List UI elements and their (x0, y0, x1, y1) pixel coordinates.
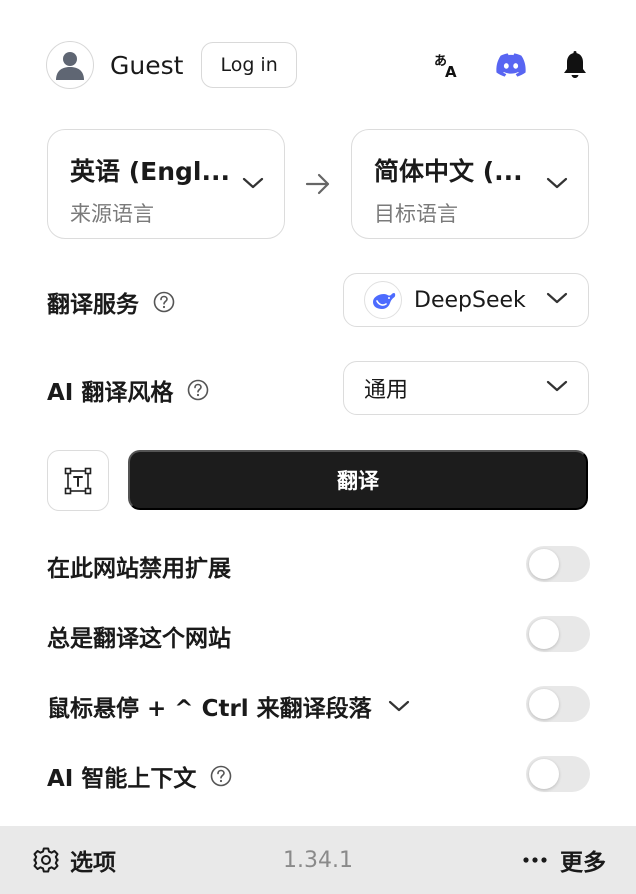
service-row-label: 翻译服务 (47, 285, 175, 319)
toggle-label-always-translate: 总是翻译这个网站 (47, 626, 231, 652)
image-translate-button[interactable] (47, 450, 109, 511)
help-icon[interactable] (210, 765, 232, 787)
style-selected-value: 通用 (364, 378, 409, 403)
translate-button[interactable]: 翻译 (128, 450, 588, 510)
ai-style-select[interactable]: 通用 (343, 361, 589, 415)
footer: 选项 1.34.1 更多 (0, 826, 636, 894)
translation-service-select[interactable]: DeepSeek (343, 273, 589, 327)
discord-icon[interactable] (496, 50, 526, 80)
toggle-row-hover-translate: 鼠标悬停 + ^ Ctrl 来翻译段落 (47, 689, 410, 723)
text-select-icon (64, 467, 92, 494)
help-icon[interactable] (153, 291, 175, 313)
chevron-down-icon[interactable] (388, 699, 410, 713)
service-label: 翻译服务 (47, 292, 139, 318)
more-label: 更多 (560, 850, 606, 876)
chevron-down-icon (546, 175, 568, 194)
source-language-select[interactable]: 英语 (Engl... 来源语言 (47, 129, 285, 239)
disable-site-toggle[interactable] (526, 546, 590, 582)
chevron-down-icon (242, 175, 264, 194)
toggle-knob (529, 689, 559, 719)
toggle-row-ai-context: AI 智能上下文 (47, 759, 232, 793)
service-selected-value: DeepSeek (414, 287, 526, 313)
svg-text:A: A (445, 63, 457, 79)
login-button[interactable]: Log in (201, 42, 297, 88)
gear-icon (33, 847, 59, 873)
arrow-right-icon[interactable] (305, 172, 331, 200)
bell-icon[interactable] (560, 50, 590, 80)
target-language-select[interactable]: 简体中文 (... 目标语言 (351, 129, 589, 239)
chevron-down-icon (546, 290, 568, 309)
target-language-caption: 目标语言 (374, 202, 458, 226)
toggle-label-disable-site: 在此网站禁用扩展 (47, 556, 231, 582)
more-dots-icon (523, 857, 547, 863)
header-icons: あ A (432, 50, 590, 80)
translate-icon[interactable]: あ A (432, 50, 462, 80)
toggle-knob (529, 759, 559, 789)
help-icon[interactable] (187, 379, 209, 401)
options-label: 选项 (70, 850, 116, 876)
toggle-label-hover-translate: 鼠标悬停 + ^ Ctrl 来翻译段落 (47, 696, 372, 722)
chevron-down-icon (546, 378, 568, 397)
more-button[interactable]: 更多 (522, 843, 606, 877)
toggle-knob (529, 549, 559, 579)
style-row-label: AI 翻译风格 (47, 373, 209, 407)
always-translate-toggle[interactable] (526, 616, 590, 652)
style-label: AI 翻译风格 (47, 380, 174, 406)
toggle-knob (529, 619, 559, 649)
user-name: Guest (110, 50, 184, 80)
options-button[interactable]: 选项 (32, 843, 116, 877)
toggle-label-ai-context: AI 智能上下文 (47, 766, 197, 792)
source-language-caption: 来源语言 (70, 202, 154, 226)
user-avatar-icon[interactable] (46, 41, 94, 89)
hover-translate-toggle[interactable] (526, 686, 590, 722)
deepseek-logo-icon (364, 281, 402, 319)
ai-context-toggle[interactable] (526, 756, 590, 792)
header: Guest Log in あ A (46, 40, 590, 90)
